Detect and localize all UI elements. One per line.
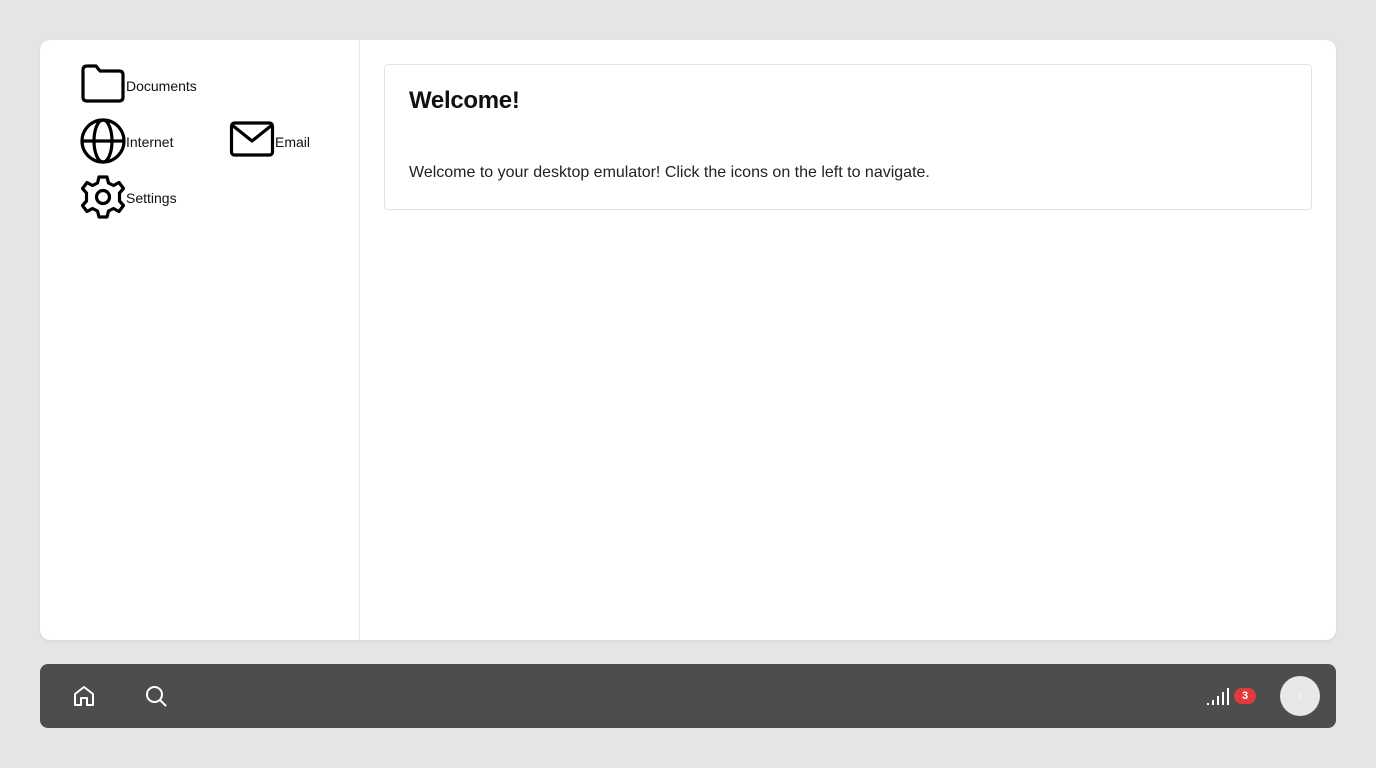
notification-badge[interactable]: 3 — [1234, 688, 1256, 704]
gear-icon — [80, 174, 126, 220]
folder-icon — [80, 62, 126, 108]
welcome-title: Welcome! — [409, 87, 520, 114]
search-icon — [144, 684, 168, 708]
search-button[interactable] — [142, 682, 170, 710]
avatar-dot — [1299, 695, 1301, 697]
mail-icon — [229, 118, 275, 164]
desktop-icon-documents[interactable]: Documents — [80, 62, 197, 108]
main-content: Welcome! Welcome to your desktop emulato… — [360, 40, 1336, 640]
desktop-icon-internet[interactable]: Internet — [80, 118, 173, 164]
desktop-icon-label: Documents — [126, 78, 197, 94]
desktop-window: Documents Internet Email Settings Welcom… — [40, 40, 1336, 640]
desktop-icon-label: Settings — [126, 190, 177, 206]
home-icon — [72, 684, 96, 708]
home-button[interactable] — [70, 682, 98, 710]
welcome-card: Welcome! Welcome to your desktop emulato… — [384, 64, 1312, 210]
desktop-icon-label: Internet — [126, 134, 174, 150]
signal-icon[interactable] — [1206, 686, 1230, 706]
desktop-icon-label: Email — [275, 134, 311, 150]
desktop-icon-panel: Documents Internet Email Settings — [40, 40, 360, 640]
desktop-icon-email[interactable]: Email — [229, 118, 310, 164]
desktop-icon-settings[interactable]: Settings — [80, 174, 177, 220]
avatar[interactable] — [1280, 676, 1320, 716]
globe-icon — [80, 118, 126, 164]
taskbar: 3 — [40, 664, 1336, 728]
welcome-message: Welcome to your desktop emulator! Click … — [409, 164, 930, 181]
